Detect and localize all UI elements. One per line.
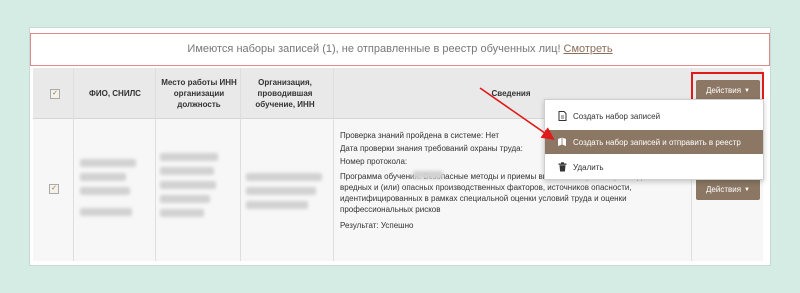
annotation-arrow — [479, 87, 555, 140]
